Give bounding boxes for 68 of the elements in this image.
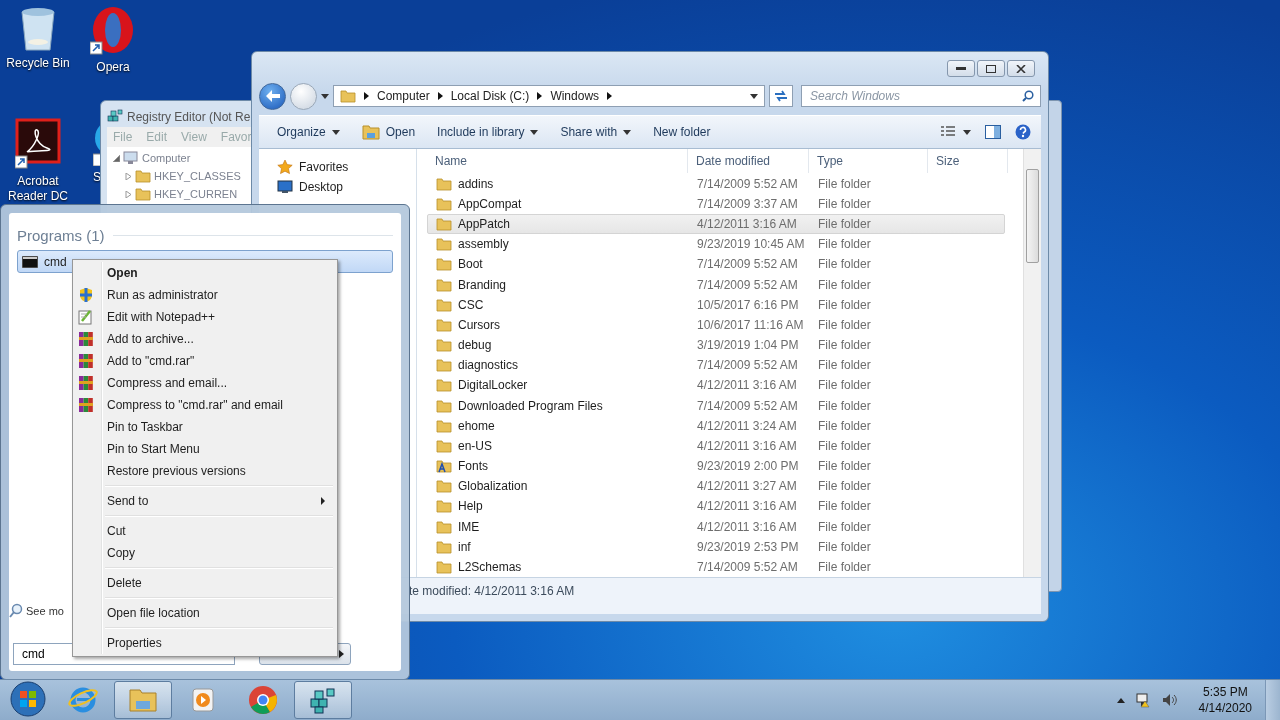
file-name: en-US — [458, 438, 492, 453]
file-name: diagnostics — [458, 358, 519, 373]
table-cell-text: 7/14/2009 5:52 AM — [696, 176, 799, 191]
table-cell-text: File folder — [817, 217, 872, 231]
file-name: DigitalLocker — [458, 378, 528, 393]
table-cell-text: File folder — [817, 519, 872, 534]
table-cell-text: 9/23/2019 2:00 PM — [696, 459, 800, 474]
status-text: te modified: 4/12/2011 3:16 AM — [409, 584, 575, 598]
file-name: CSC — [458, 297, 484, 312]
program-name: cmd — [44, 254, 67, 269]
file-name: Cursors — [458, 317, 500, 332]
table-cell-text: 10/5/2017 6:16 PM — [696, 297, 800, 312]
table-cell-text: File folder — [817, 539, 872, 554]
nav-label: Desktop — [299, 180, 344, 194]
table-cell-text: 7/14/2009 5:52 AM — [696, 559, 799, 574]
table-cell-text: 7/14/2009 5:52 AM — [696, 277, 799, 292]
table-cell-text: File folder — [817, 297, 872, 312]
table-cell-text: 9/23/2019 10:45 AM — [696, 237, 806, 252]
file-name: Fonts — [458, 459, 488, 474]
window-title: Registry Editor (Not Re — [127, 110, 251, 124]
table-cell-text: File folder — [817, 559, 872, 574]
table-cell-text: File folder — [817, 196, 872, 211]
table-cell-text: 9/23/2019 2:53 PM — [696, 539, 800, 554]
table-cell-text: File folder — [817, 418, 872, 433]
clock-date: 4/14/2020 — [1198, 700, 1252, 716]
table-cell-text: 4/12/2011 3:16 AM — [696, 378, 798, 393]
table-cell-text: 3/19/2019 1:04 PM — [696, 338, 800, 353]
table-cell-text: 7/14/2009 5:52 AM — [696, 398, 799, 413]
table-cell-text: 4/12/2011 3:24 AM — [696, 418, 798, 433]
file-name: Help — [458, 499, 483, 514]
table-cell-text: 7/14/2009 5:52 AM — [696, 257, 799, 272]
file-name: Globalization — [458, 479, 528, 494]
file-name: Boot — [458, 257, 483, 272]
table-cell-text: File folder — [817, 338, 872, 353]
table-cell-text: File folder — [817, 237, 872, 252]
table-cell-text: File folder — [817, 499, 872, 514]
table-cell-text: File folder — [817, 479, 872, 494]
file-name: IME — [458, 519, 480, 534]
nav-label: Favorites — [299, 160, 349, 174]
table-cell-text: 4/12/2011 3:16 AM — [696, 438, 798, 453]
section-heading: Programs (1) — [17, 227, 105, 244]
file-name: debug — [458, 338, 492, 353]
table-cell-text: 7/14/2009 5:52 AM — [696, 358, 799, 373]
file-name: L2Schemas — [458, 559, 522, 574]
file-name: assembly — [458, 237, 509, 252]
file-name: Branding — [458, 277, 507, 292]
file-name: AppCompat — [458, 196, 522, 211]
table-cell-text: File folder — [817, 176, 872, 191]
table-cell-text: 10/6/2017 11:16 AM — [696, 317, 805, 332]
table-cell-text: File folder — [817, 459, 872, 474]
table-cell-text: File folder — [817, 438, 872, 453]
table-cell-text: 4/12/2011 3:16 AM — [696, 519, 798, 534]
table-cell-text: 4/12/2011 3:16 AM — [696, 499, 798, 514]
table-cell-text: File folder — [817, 378, 872, 393]
table-cell-text: 4/12/2011 3:27 AM — [696, 479, 798, 494]
clock-time: 5:35 PM — [1202, 684, 1248, 700]
table-cell-text: File folder — [817, 358, 872, 373]
table-cell-text: 4/12/2011 3:16 AM — [696, 217, 798, 231]
table-cell-text: 7/14/2009 3:37 AM — [696, 196, 799, 211]
file-name: AppPatch — [458, 217, 511, 231]
table-cell-text: File folder — [817, 317, 872, 332]
table-cell-text: File folder — [817, 257, 872, 272]
table-cell-text: File folder — [817, 277, 872, 292]
file-name: inf — [458, 539, 471, 554]
table-cell-text: File folder — [817, 398, 872, 413]
file-name: Downloaded Program Files — [458, 398, 603, 413]
file-name: addins — [458, 176, 494, 191]
file-name: ehome — [458, 418, 495, 433]
